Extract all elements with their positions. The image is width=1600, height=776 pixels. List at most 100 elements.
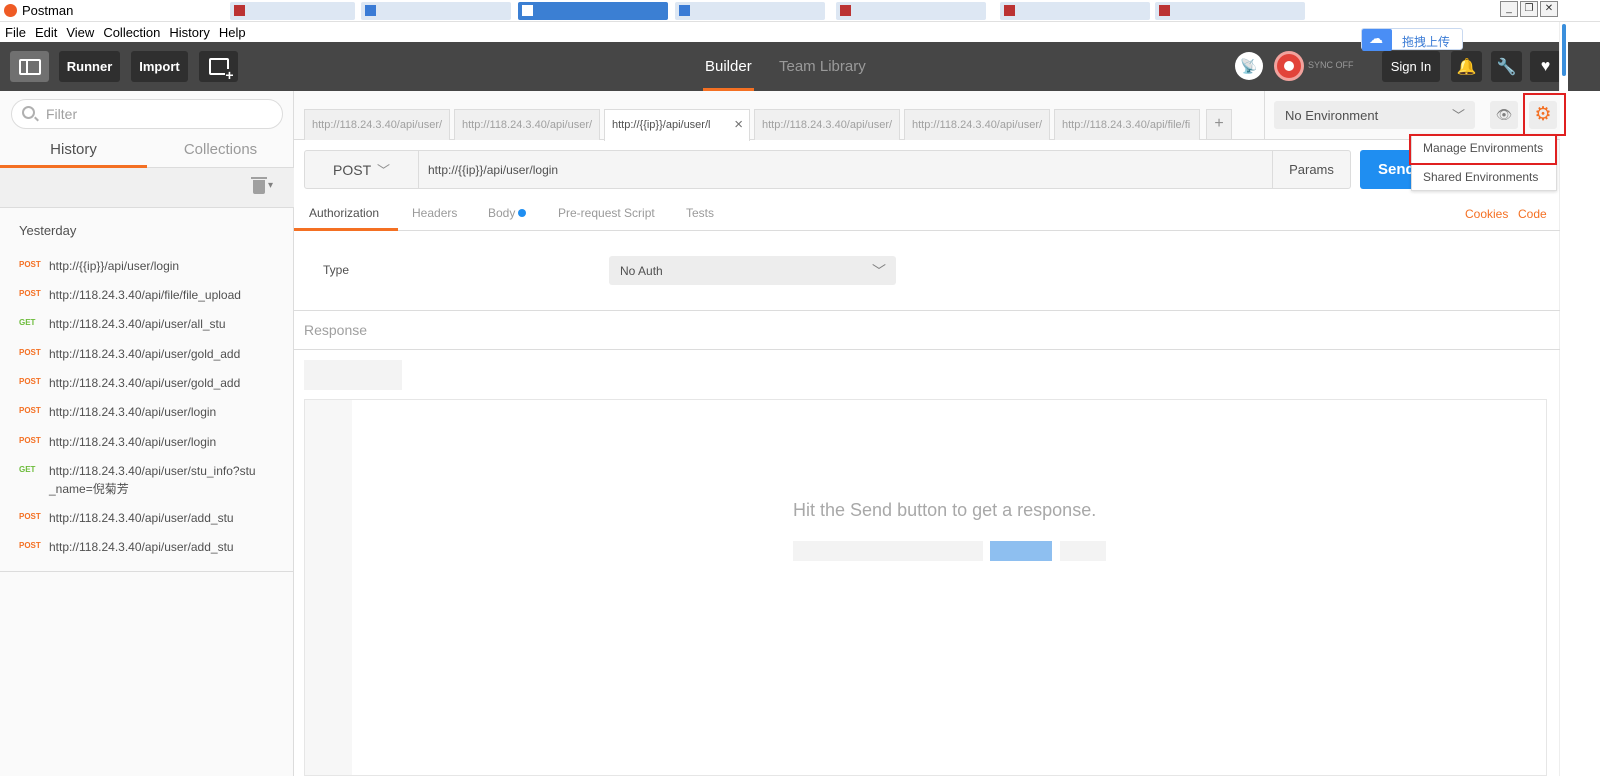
filter-input[interactable] [46,106,266,122]
tab-pre-request-script[interactable]: Pre-request Script [558,206,655,220]
request-tab-label: http://{{ip}}/api/user/l [612,119,711,131]
url-input[interactable]: http://{{ip}}/api/user/login [419,151,1271,188]
history-item-url: http://118.24.3.40/api/user/add_stu [49,540,234,554]
tab-authorization[interactable]: Authorization [309,206,379,220]
method-badge: POST [19,260,41,269]
method-select[interactable]: POST ﹀ [305,151,419,188]
code-link[interactable]: Code [1518,207,1547,221]
eye-icon[interactable]: 👁 [1490,101,1518,129]
restore-icon[interactable]: ❐ [1520,1,1538,17]
tab-body-label: Body [488,206,516,220]
upload-widget[interactable]: 拖拽上传 [1361,28,1463,51]
close-window-icon[interactable]: ✕ [1540,1,1558,17]
main-toolbar: Runner Import Builder Team Library [0,42,1600,91]
tab-builder[interactable]: Builder [703,58,754,91]
response-body: Hit the Send button to get a response. [304,399,1547,776]
menu-file[interactable]: File [5,25,26,40]
request-tab-active[interactable]: http://{{ip}}/api/user/l × [604,109,750,141]
heart-icon[interactable]: ♥ [1530,51,1561,82]
auth-type-value: No Auth [620,264,663,278]
request-tab[interactable]: http://118.24.3.40/api/user/ [904,109,1050,140]
method-badge: POST [19,377,41,386]
history-group-label: Yesterday [19,223,77,238]
search-icon [22,106,35,119]
sync-icon[interactable] [1274,51,1304,81]
runner-button[interactable]: Runner [59,51,120,82]
upload-widget-label: 拖拽上传 [1402,35,1451,49]
history-item-url: http://118.24.3.40/api/user/stu_info?stu… [49,464,256,496]
divider [294,310,1560,311]
new-window-button[interactable] [199,51,238,82]
import-button[interactable]: Import [131,51,188,82]
method-badge: POST [19,512,41,521]
request-tab[interactable]: http://118.24.3.40/api/file/fi [1054,109,1200,140]
shared-environments-item[interactable]: Shared Environments [1423,170,1538,184]
trash-icon[interactable] [251,177,267,194]
background-window [1000,2,1150,20]
environment-selected: No Environment [1285,108,1379,123]
body-indicator-dot [518,209,527,217]
interceptor-satellite-icon[interactable]: 📡 [1235,52,1263,80]
menu-history[interactable]: History [169,25,209,40]
method-badge: POST [19,289,41,298]
settings-wrench-icon[interactable]: 🔧 [1491,51,1522,82]
auth-type-select[interactable]: No Auth ﹀ [609,256,896,285]
tab-history[interactable]: History [0,141,147,158]
divider [294,349,1560,350]
filter-box[interactable] [11,99,283,129]
history-item[interactable]: POST http://118.24.3.40/api/user/login [19,403,261,421]
request-tab[interactable]: http://118.24.3.40/api/user/ [754,109,900,140]
tab-body[interactable]: Body [488,206,527,220]
chevron-down-icon: ﹀ [872,263,886,279]
history-item[interactable]: POST http://118.24.3.40/api/user/gold_ad… [19,345,261,363]
new-window-icon [208,58,234,81]
scrollbar-thumb[interactable] [1562,24,1566,76]
add-tab-button[interactable]: + [1206,109,1232,140]
response-label: Response [304,322,368,338]
menu-collection[interactable]: Collection [103,25,160,40]
window-titlebar: Postman _ ❐ ✕ [0,0,1600,22]
menu-help[interactable]: Help [219,25,246,40]
chevron-down-icon: ﹀ [1451,108,1465,123]
sign-in-button[interactable]: Sign In [1382,51,1440,82]
environment-select[interactable]: No Environment ﹀ [1274,101,1475,129]
history-item[interactable]: POST http://118.24.3.40/api/user/add_stu [19,509,261,527]
empty-response-message: Hit the Send button to get a response. [793,500,1097,520]
method-badge: POST [19,348,41,357]
history-item[interactable]: GET http://118.24.3.40/api/user/stu_info… [19,462,261,498]
minimize-icon[interactable]: _ [1500,1,1518,17]
background-window [675,2,825,20]
placeholder-bar [990,541,1052,561]
menu-edit[interactable]: Edit [35,25,57,40]
send-button[interactable]: Send [1360,150,1413,189]
request-tab[interactable]: http://118.24.3.40/api/user/ [304,109,450,140]
tab-headers[interactable]: Headers [412,206,457,220]
request-tab[interactable]: http://118.24.3.40/api/user/ [454,109,600,140]
menu-bar: File Edit View Collection History Help [0,22,1600,42]
history-item[interactable]: POST http://118.24.3.40/api/user/add_stu [19,538,261,556]
tab-team-library[interactable]: Team Library [779,58,866,75]
history-item[interactable]: POST http://118.24.3.40/api/file/file_up… [19,286,261,304]
sidebar-icon [18,58,41,75]
cookies-link[interactable]: Cookies [1465,207,1508,221]
history-item[interactable]: POST http://118.24.3.40/api/user/login [19,433,261,451]
chevron-down-icon[interactable]: ▾ [268,180,273,191]
params-button[interactable]: Params [1272,151,1350,188]
history-item-url: http://118.24.3.40/api/user/add_stu [49,511,234,525]
menu-view[interactable]: View [66,25,94,40]
tab-collections[interactable]: Collections [147,141,294,158]
method-badge: GET [19,465,36,474]
history-item[interactable]: POST http://118.24.3.40/api/user/gold_ad… [19,374,261,392]
method-badge: POST [19,436,41,445]
close-tab-icon[interactable]: × [734,116,743,133]
sidebar-toggle-button[interactable] [10,51,49,82]
history-item[interactable]: GET http://118.24.3.40/api/user/all_stu [19,315,261,333]
request-tabs-bar: http://118.24.3.40/api/user/ http://118.… [294,91,1560,141]
history-item[interactable]: POST http://{{ip}}/api/user/login [19,257,261,275]
window-controls: _ ❐ ✕ [1500,1,1558,19]
notifications-bell-icon[interactable]: 🔔 [1451,51,1482,82]
tab-tests[interactable]: Tests [686,206,714,220]
background-window [836,2,986,20]
divider [0,571,294,572]
active-tab-indicator [294,228,398,231]
